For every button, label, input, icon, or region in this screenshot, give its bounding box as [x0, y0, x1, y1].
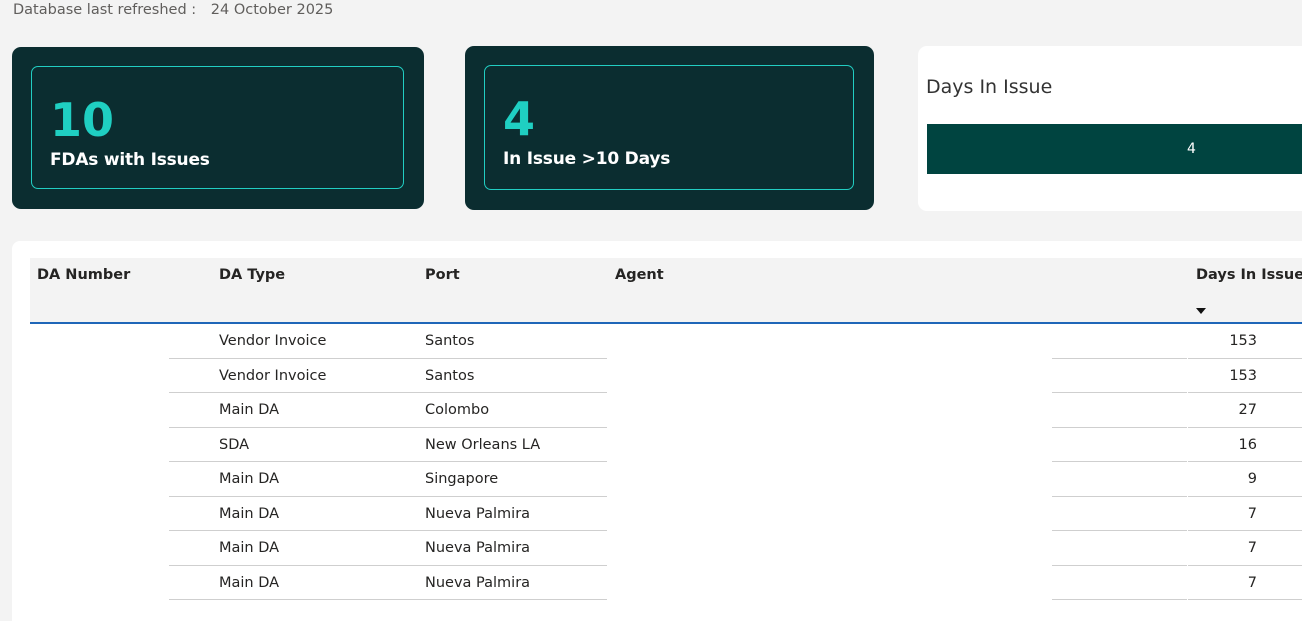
column-header-port[interactable]: Port: [425, 267, 460, 283]
days-in-issue-title: Days In Issue: [926, 76, 1053, 98]
days-in-issue-bar[interactable]: 4: [927, 124, 1302, 174]
cell-days-in-issue: 153: [1229, 333, 1257, 349]
cell-da-type: Main DA: [219, 402, 280, 418]
kpi-value: 10: [50, 93, 115, 147]
column-header-da-number[interactable]: DA Number: [37, 267, 130, 283]
table-row[interactable]: Main DA Colombo 27: [12, 393, 1302, 428]
table-row[interactable]: Main DA Nueva Palmira 7: [12, 566, 1302, 600]
cell-days-in-issue: 9: [1247, 471, 1257, 487]
column-header-agent[interactable]: Agent: [615, 267, 664, 283]
kpi-card-border: 4 In Issue >10 Days: [484, 65, 854, 190]
table-row[interactable]: Main DA Singapore 9: [12, 462, 1302, 497]
cell-days-in-issue: 7: [1247, 540, 1257, 556]
days-in-issue-bar-label: 4: [1187, 141, 1196, 157]
table-row[interactable]: Main DA Nueva Palmira 7: [12, 497, 1302, 531]
cell-port: Singapore: [425, 471, 499, 487]
table-row[interactable]: Vendor Invoice Santos 153: [12, 359, 1302, 393]
cell-da-type: Main DA: [219, 540, 280, 556]
cell-da-type: Main DA: [219, 505, 280, 522]
issues-table: DA Number DA Type Port Agent Days In Iss…: [12, 241, 1302, 621]
cell-port: Nueva Palmira: [425, 505, 531, 522]
sort-descending-icon[interactable]: [1196, 308, 1206, 314]
cell-days-in-issue: 16: [1238, 436, 1257, 453]
table-row[interactable]: SDA New Orleans LA 16: [12, 428, 1302, 462]
kpi-label: FDAs with Issues: [50, 150, 210, 170]
refresh-date: 24 October 2025: [210, 2, 334, 18]
cell-days-in-issue: 7: [1247, 505, 1257, 522]
cell-days-in-issue: 153: [1229, 367, 1257, 384]
kpi-card-fdas-with-issues[interactable]: 10 FDAs with Issues: [12, 47, 424, 209]
row-divider: [169, 599, 607, 600]
cell-port: Nueva Palmira: [425, 574, 531, 591]
cell-port: Santos: [425, 367, 475, 384]
cell-days-in-issue: 7: [1247, 574, 1257, 591]
cell-da-type: Main DA: [219, 471, 280, 487]
cell-da-type: Vendor Invoice: [219, 333, 327, 349]
cell-da-type: Vendor Invoice: [219, 367, 327, 384]
column-header-da-type[interactable]: DA Type: [219, 267, 285, 283]
table-row[interactable]: Main DA Nueva Palmira 7: [12, 531, 1302, 566]
cell-port: New Orleans LA: [425, 436, 541, 453]
row-divider: [1188, 599, 1302, 600]
kpi-card-in-issue-over-10-days[interactable]: 4 In Issue >10 Days: [465, 46, 874, 210]
kpi-label: In Issue >10 Days: [503, 149, 671, 169]
cell-port: Santos: [425, 333, 475, 349]
kpi-value: 4: [503, 92, 536, 146]
cell-days-in-issue: 27: [1238, 402, 1257, 418]
column-header-days-in-issue[interactable]: Days In Issue: [1196, 267, 1302, 283]
cell-port: Nueva Palmira: [425, 540, 531, 556]
table-header: DA Number DA Type Port Agent Days In Iss…: [30, 258, 1302, 324]
cell-port: Colombo: [425, 402, 490, 418]
table-row[interactable]: Vendor Invoice Santos 153: [12, 324, 1302, 359]
refresh-info: Database last refreshed : 24 October 202…: [13, 2, 333, 18]
cell-da-type: SDA: [219, 436, 250, 453]
row-divider: [1052, 599, 1187, 600]
days-in-issue-card[interactable]: Days In Issue 4: [918, 46, 1302, 211]
cell-da-type: Main DA: [219, 574, 280, 591]
kpi-card-border: 10 FDAs with Issues: [31, 66, 404, 189]
refresh-label: Database last refreshed :: [13, 2, 197, 18]
